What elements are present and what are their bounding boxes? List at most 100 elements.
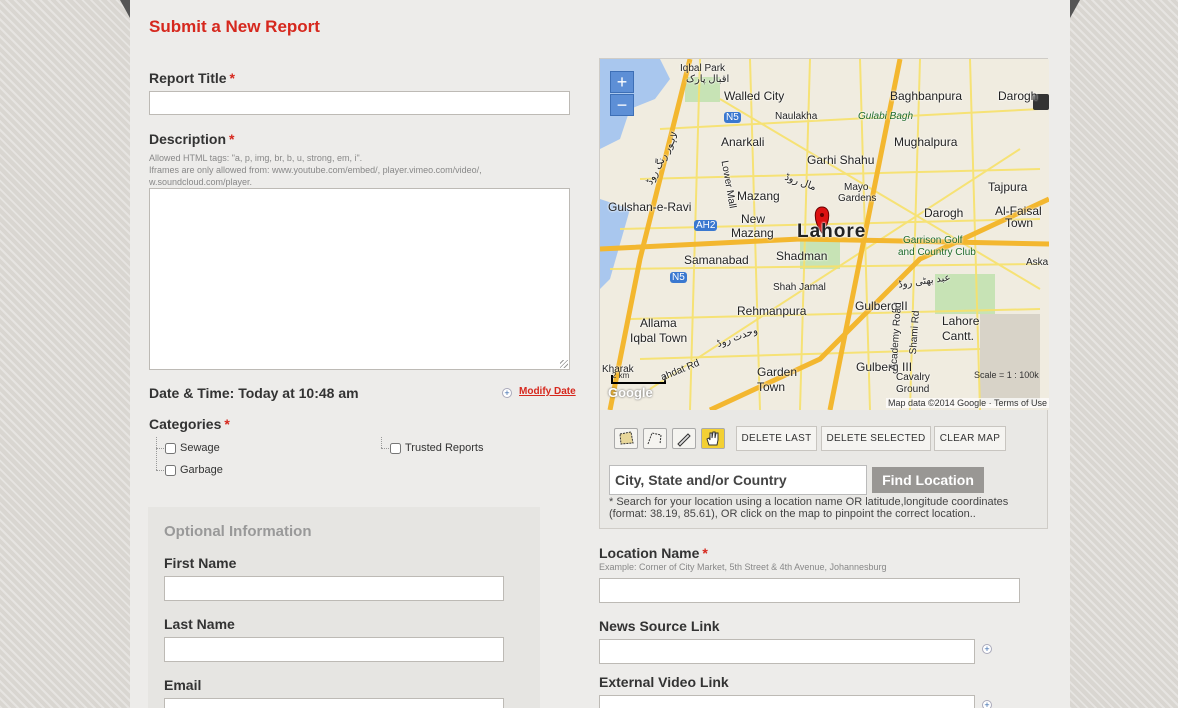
first-name-label: First Name bbox=[164, 555, 237, 571]
map-label: Mayo bbox=[844, 182, 869, 193]
map-label: Mazang bbox=[737, 189, 780, 203]
external-video-input[interactable] bbox=[599, 695, 975, 708]
category-garbage[interactable]: Garbage bbox=[165, 464, 223, 476]
map-label: Mughalpura bbox=[894, 135, 958, 149]
report-title-label: Report Title * bbox=[149, 70, 235, 86]
page-title: Submit a New Report bbox=[149, 17, 320, 36]
category-label: Garbage bbox=[180, 464, 223, 476]
map-label: Shah Jamal bbox=[773, 282, 826, 293]
map-label: Walled City bbox=[724, 89, 785, 103]
find-location-button[interactable]: Find Location bbox=[872, 467, 984, 493]
ribbon-left-corner bbox=[120, 0, 130, 18]
map-label: Garrison Golf bbox=[903, 235, 963, 246]
map-label: اقبال پارک bbox=[686, 74, 730, 85]
optional-information-title: Optional Information bbox=[164, 523, 312, 540]
map-label: Darogh bbox=[924, 206, 964, 220]
highway-shield: AH2 bbox=[694, 220, 718, 231]
draw-line-tool[interactable] bbox=[643, 428, 667, 449]
add-news-source-icon[interactable]: + bbox=[982, 644, 992, 654]
map-label: Shadman bbox=[776, 249, 828, 263]
map-label: Gardens bbox=[838, 193, 877, 204]
map-scale-left: 2 km bbox=[612, 371, 630, 380]
pan-hand-tool[interactable] bbox=[701, 428, 725, 449]
news-source-label: News Source Link bbox=[599, 618, 720, 634]
clear-map-button[interactable]: CLEAR MAP bbox=[934, 426, 1006, 451]
location-name-input[interactable] bbox=[599, 578, 1020, 603]
map-label: Gulabi Bagh bbox=[858, 111, 914, 122]
required-marker: * bbox=[229, 131, 235, 147]
line-icon bbox=[647, 432, 662, 445]
hand-icon bbox=[706, 431, 719, 446]
categories-label: Categories * bbox=[149, 416, 230, 432]
optional-information-panel: Optional Information First Name Last Nam… bbox=[148, 507, 540, 708]
description-hint-line: w.soundcloud.com/player. bbox=[149, 177, 253, 187]
first-name-input[interactable] bbox=[164, 576, 504, 601]
category-tree-line bbox=[156, 448, 164, 449]
ribbon-right-corner bbox=[1070, 0, 1080, 18]
description-textarea[interactable] bbox=[149, 188, 570, 370]
highway-shield: N5 bbox=[670, 272, 687, 283]
description-label: Description * bbox=[149, 131, 234, 147]
category-label: Sewage bbox=[180, 442, 220, 454]
category-trusted-reports[interactable]: Trusted Reports bbox=[390, 442, 483, 454]
location-name-label: Location Name * bbox=[599, 545, 708, 561]
category-tree-line bbox=[156, 437, 157, 470]
map-label: Lahore bbox=[942, 314, 980, 328]
categories-label-text: Categories bbox=[149, 416, 222, 432]
description-hint: Allowed HTML tags: "a, p, img, br, b, u,… bbox=[149, 152, 549, 188]
email-input[interactable] bbox=[164, 698, 504, 708]
map-label: Garhi Shahu bbox=[807, 153, 875, 167]
location-search-hint: * Search for your location using a locat… bbox=[609, 496, 1009, 520]
add-external-video-icon[interactable]: + bbox=[982, 700, 992, 708]
highway-shield: N5 bbox=[724, 112, 741, 123]
category-trusted-reports-checkbox[interactable] bbox=[390, 442, 401, 454]
map-label: Allama bbox=[640, 316, 677, 330]
category-sewage-checkbox[interactable] bbox=[165, 442, 176, 454]
description-label-text: Description bbox=[149, 131, 227, 147]
location-name-label-text: Location Name bbox=[599, 545, 700, 561]
external-video-label: External Video Link bbox=[599, 674, 729, 690]
map-attribution[interactable]: Map data ©2014 Google · Terms of Use bbox=[885, 398, 1049, 408]
google-logo: Google bbox=[608, 385, 653, 400]
map-label: Cantt. bbox=[942, 329, 975, 343]
map-label: Rehmanpura bbox=[737, 304, 807, 318]
location-map[interactable]: + − Iqbal Park اقبال پارک Walled City Ba… bbox=[600, 59, 1049, 410]
last-name-input[interactable] bbox=[164, 637, 504, 662]
map-label: Garden bbox=[757, 365, 798, 379]
draw-polygon-tool[interactable] bbox=[614, 428, 638, 449]
category-sewage[interactable]: Sewage bbox=[165, 442, 220, 454]
textarea-resize-handle[interactable] bbox=[560, 360, 568, 368]
delete-last-button[interactable]: DELETE LAST bbox=[736, 426, 817, 451]
map-label: Samanabad bbox=[684, 253, 749, 267]
map-label: Town bbox=[757, 380, 786, 394]
datetime-text: Date & Time: Today at 10:48 am bbox=[149, 385, 359, 401]
map-scale-right: Scale = 1 : 100k bbox=[974, 370, 1039, 380]
map-label: Aska bbox=[1026, 257, 1049, 268]
modify-date-link[interactable]: Modify Date bbox=[519, 386, 576, 397]
delete-selected-button[interactable]: DELETE SELECTED bbox=[821, 426, 931, 451]
news-source-input[interactable] bbox=[599, 639, 975, 664]
map-label: Town bbox=[1005, 216, 1034, 230]
plus-icon: + bbox=[502, 388, 512, 398]
location-name-hint: Example: Corner of City Market, 5th Stre… bbox=[599, 562, 887, 572]
map-label: Ground bbox=[896, 384, 930, 395]
required-marker: * bbox=[224, 416, 230, 432]
category-tree-line bbox=[381, 437, 382, 448]
required-marker: * bbox=[702, 545, 708, 561]
map-label: Anarkali bbox=[721, 135, 765, 149]
report-form-page: Submit a New Report Report Title * Descri… bbox=[130, 0, 1070, 708]
report-title-input[interactable] bbox=[149, 91, 570, 115]
map-label: and Country Club bbox=[898, 247, 976, 258]
zoom-out-button[interactable]: − bbox=[610, 94, 634, 116]
location-search-input[interactable] bbox=[609, 465, 867, 495]
map-label: Darogh bbox=[998, 89, 1038, 103]
category-garbage-checkbox[interactable] bbox=[165, 464, 176, 476]
description-hint-line: Iframes are only allowed from: www.youtu… bbox=[149, 165, 482, 175]
category-label: Trusted Reports bbox=[405, 442, 484, 454]
description-hint-line: Allowed HTML tags: "a, p, img, br, b, u,… bbox=[149, 153, 363, 163]
category-tree-line bbox=[156, 470, 164, 471]
map-label: Naulakha bbox=[775, 111, 818, 122]
required-marker: * bbox=[229, 70, 235, 86]
draw-point-tool[interactable] bbox=[672, 428, 696, 449]
zoom-in-button[interactable]: + bbox=[610, 71, 634, 93]
